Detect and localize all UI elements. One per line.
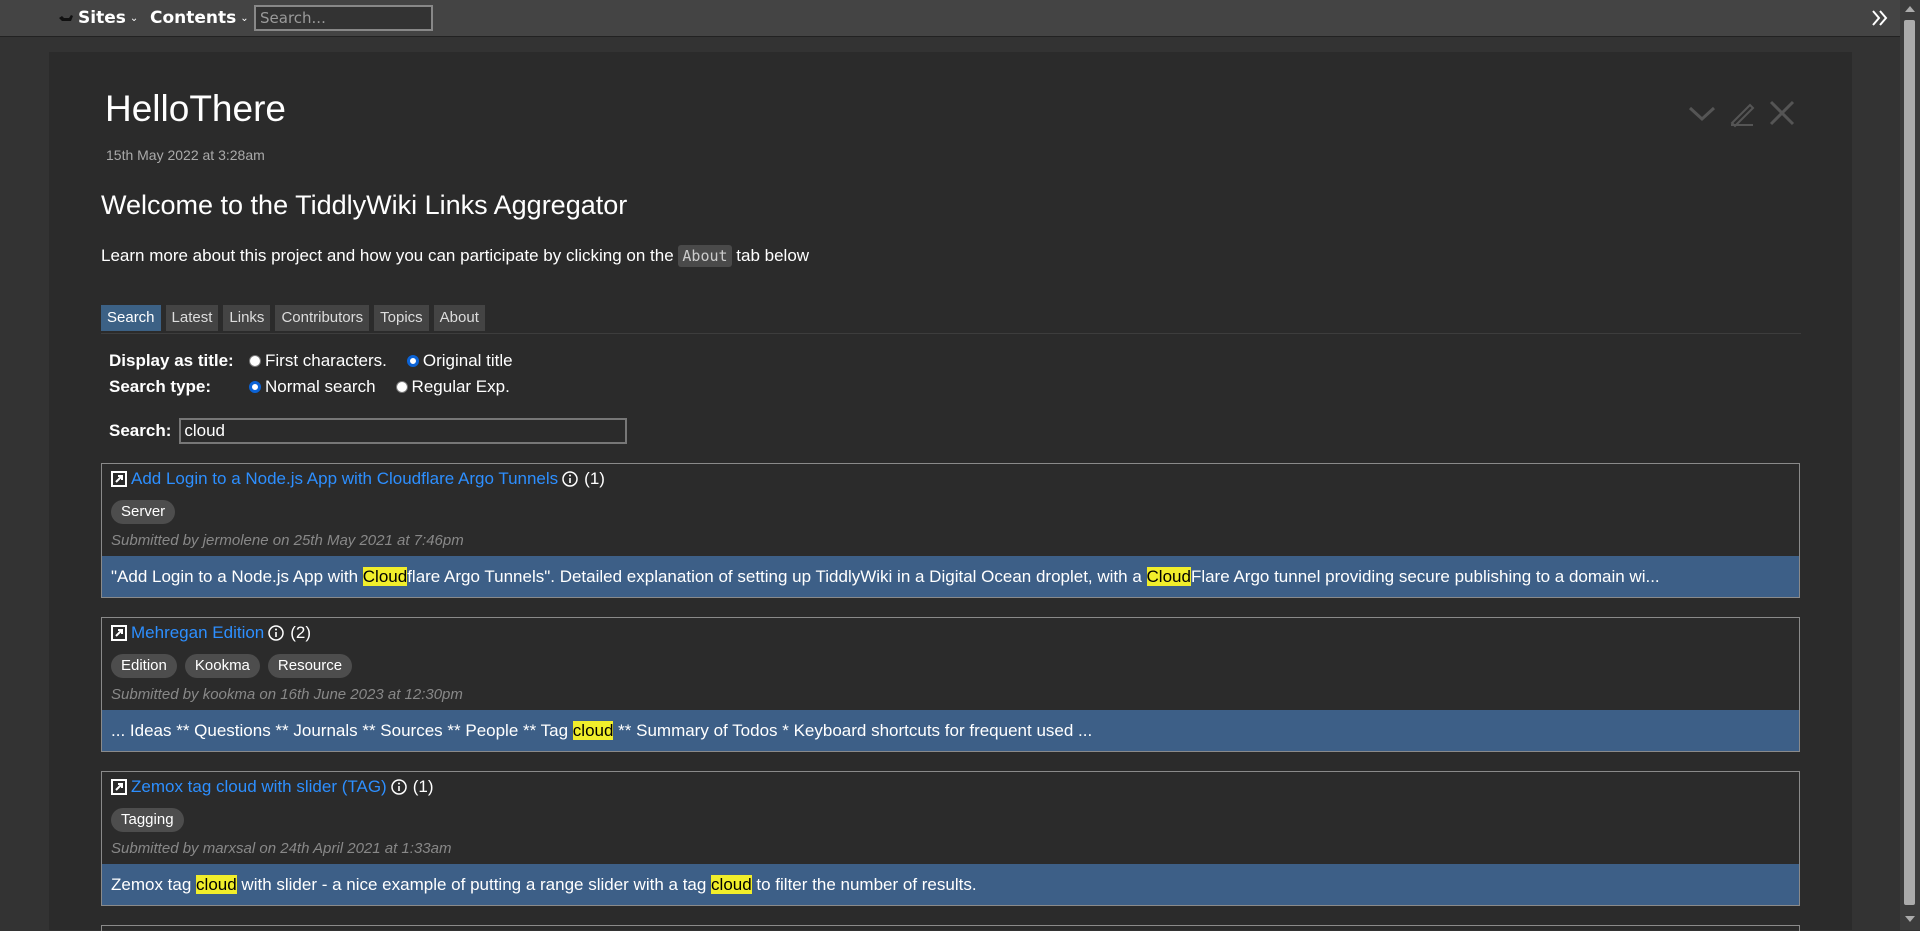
welcome-heading: Welcome to the TiddlyWiki Links Aggregat…: [101, 190, 628, 220]
result-item: Zemox tag cloud with slider (TAG) (1) Ta…: [101, 771, 1800, 906]
display-as-title-label: Display as title:: [109, 351, 234, 370]
result-summary: ... Ideas ** Questions ** Journals ** So…: [102, 710, 1799, 751]
scroll-down-arrow-icon[interactable]: [1905, 916, 1915, 922]
result-tags: Tagging: [111, 808, 184, 832]
close-icon[interactable]: [1767, 98, 1797, 128]
tag-pill[interactable]: Kookma: [184, 654, 260, 678]
summary-highlight: cloud: [572, 721, 614, 740]
external-link-icon[interactable]: [111, 625, 127, 641]
chevron-down-icon[interactable]: [1687, 98, 1717, 128]
cat-logo-icon: [59, 15, 73, 21]
summary-text: ... Ideas ** Questions ** Journals ** So…: [111, 721, 573, 740]
info-icon[interactable]: [390, 779, 407, 795]
intro-before: Learn more about this project and how yo…: [101, 246, 679, 265]
result-header: Add Login to a Node.js App with Cloudfla…: [111, 469, 605, 489]
chevron-down-icon: ⌄: [240, 12, 249, 24]
result-item: Mehregan Edition (2) Edition Kookma Reso…: [101, 617, 1800, 752]
intro-after: tab below: [731, 246, 810, 265]
external-link-icon[interactable]: [111, 471, 127, 487]
scroll-up-arrow-icon[interactable]: [1905, 6, 1915, 12]
sites-menu[interactable]: Sites ⌄: [58, 0, 138, 36]
result-header: Zemox tag cloud with slider (TAG) (1): [111, 777, 434, 797]
summary-highlight: cloud: [196, 875, 237, 894]
result-count: (2): [290, 623, 312, 642]
tab-contributors[interactable]: Contributors: [275, 305, 370, 331]
tab-latest[interactable]: Latest: [165, 305, 219, 331]
tiddler-title: HelloThere: [105, 88, 286, 129]
double-chevron-right-icon[interactable]: [1868, 6, 1892, 30]
result-submitted: Submitted by marxsal on 24th April 2021 …: [111, 840, 452, 857]
summary-highlight: Cloud: [1146, 567, 1191, 586]
result-summary: Zemox tag cloud with slider - a nice exa…: [102, 864, 1799, 905]
top-menu-bar: Sites ⌄ Contents ⌄: [0, 0, 1900, 37]
site-search-input[interactable]: [254, 5, 433, 31]
first-characters-option[interactable]: First characters.: [249, 351, 387, 371]
result-item-partial: [101, 925, 1800, 931]
tag-pill[interactable]: Tagging: [111, 808, 184, 832]
original-title-label: Original title: [422, 351, 513, 370]
result-item: Add Login to a Node.js App with Cloudfla…: [101, 463, 1800, 598]
tab-divider: [101, 333, 1801, 334]
summary-highlight: Cloud: [362, 567, 408, 586]
normal-search-label: Normal search: [265, 377, 376, 396]
summary-text: to filter the number of results.: [751, 875, 977, 894]
result-count: (1): [412, 777, 434, 796]
tab-links[interactable]: Links: [223, 305, 271, 331]
tab-topics[interactable]: Topics: [374, 305, 429, 331]
regular-exp-label: Regular Exp.: [411, 377, 510, 396]
info-icon[interactable]: [268, 625, 285, 641]
result-submitted: Submitted by jermolene on 25th May 2021 …: [111, 532, 464, 549]
summary-text: flare Argo Tunnels". Detailed explanatio…: [407, 567, 1147, 586]
result-title-link[interactable]: Mehregan Edition: [131, 623, 264, 643]
search-row: Search:: [109, 418, 628, 444]
tag-pill[interactable]: Server: [111, 500, 176, 524]
vertical-scrollbar[interactable]: [1900, 0, 1920, 930]
result-count: (1): [584, 469, 605, 488]
result-submitted: Submitted by kookma on 16th June 2023 at…: [111, 686, 463, 703]
sites-label: Sites: [78, 8, 126, 28]
result-summary: "Add Login to a Node.js App with Cloudfl…: [102, 556, 1799, 597]
result-tags: Edition Kookma Resource: [111, 654, 353, 678]
contents-menu[interactable]: Contents ⌄: [150, 0, 249, 36]
tiddler-controls: [1687, 98, 1797, 128]
search-input[interactable]: [179, 418, 628, 444]
tiddler-panel: HelloThere 15th May 2022 at 3:28am Welco…: [49, 52, 1852, 931]
search-label: Search:: [109, 421, 172, 440]
original-title-option[interactable]: Original title: [406, 351, 513, 371]
tiddler-date: 15th May 2022 at 3:28am: [106, 147, 265, 163]
original-title-radio[interactable]: [406, 355, 419, 367]
info-icon[interactable]: [562, 471, 578, 487]
result-title-link[interactable]: Zemox tag cloud with slider (TAG): [131, 777, 387, 797]
search-type-row: Search type: Normal search Regular Exp.: [109, 377, 530, 397]
tag-pill[interactable]: Resource: [267, 654, 353, 678]
summary-highlight: cloud: [711, 875, 752, 894]
normal-search-option[interactable]: Normal search: [249, 377, 376, 397]
summary-text: Zemox tag: [111, 875, 197, 894]
tab-bar: Search Latest Links Contributors Topics …: [101, 305, 485, 331]
summary-text: with slider - a nice example of putting …: [236, 875, 712, 894]
intro-text: Learn more about this project and how yo…: [101, 245, 810, 267]
tab-search[interactable]: Search: [101, 305, 161, 331]
result-tags: Server: [111, 500, 176, 524]
result-header: Mehregan Edition (2): [111, 623, 311, 643]
external-link-icon[interactable]: [111, 779, 127, 795]
edit-pencil-icon[interactable]: [1727, 98, 1757, 128]
search-type-label: Search type:: [109, 377, 212, 396]
tag-pill[interactable]: Edition: [111, 654, 177, 678]
tab-about[interactable]: About: [433, 305, 485, 331]
result-title-link[interactable]: Add Login to a Node.js App with Cloudfla…: [131, 469, 558, 489]
display-title-row: Display as title: First characters. Orig…: [109, 351, 533, 371]
scroll-thumb[interactable]: [1904, 20, 1915, 905]
regular-exp-option[interactable]: Regular Exp.: [395, 377, 510, 397]
summary-text: ** Summary of Todos * Keyboard shortcuts…: [613, 721, 1093, 740]
regular-exp-radio[interactable]: [395, 381, 408, 393]
contents-label: Contents: [150, 8, 237, 28]
normal-search-radio[interactable]: [249, 381, 261, 393]
about-code: About: [678, 245, 732, 267]
first-characters-radio[interactable]: [249, 355, 261, 367]
first-characters-label: First characters.: [265, 351, 387, 370]
summary-text: "Add Login to a Node.js App with: [111, 567, 363, 586]
chevron-down-icon: ⌄: [129, 12, 139, 24]
summary-text: Flare Argo tunnel providing secure publi…: [1190, 567, 1660, 586]
